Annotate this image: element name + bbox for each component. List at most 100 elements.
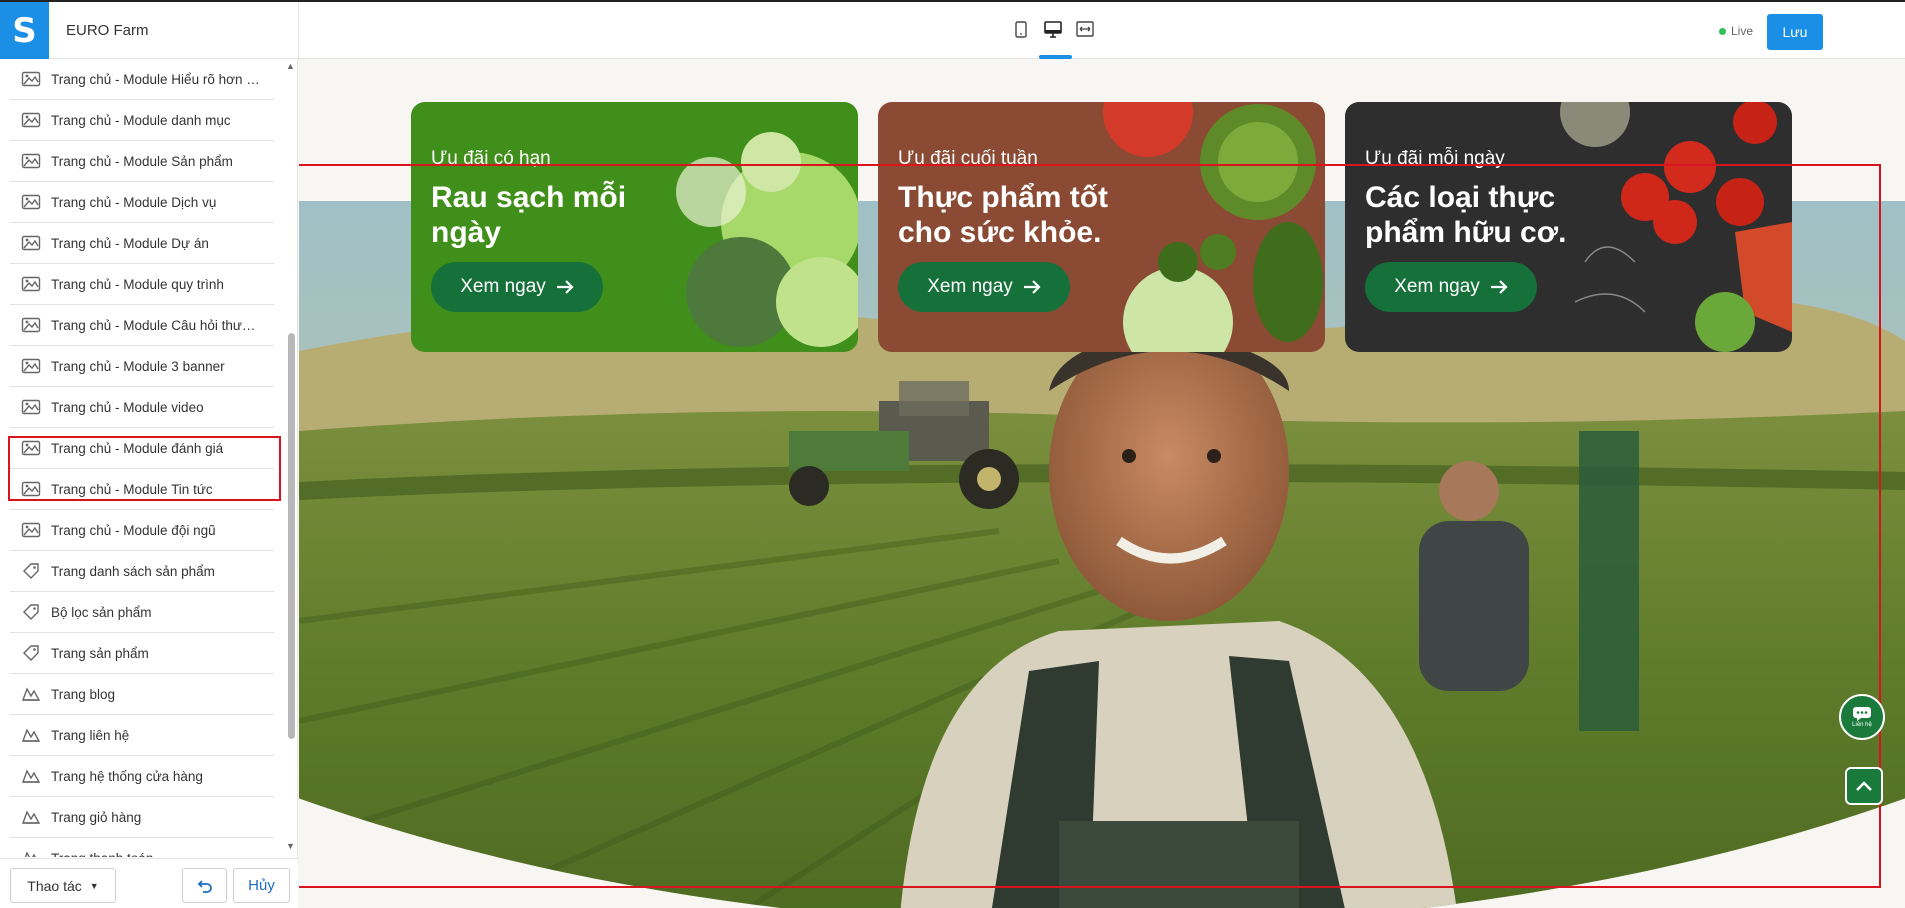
sidebar-footer: Thao tác ▼ Hủy xyxy=(0,858,298,908)
live-status: Live xyxy=(1719,24,1753,38)
sidebar-item[interactable]: Trang chủ - Module quy trình xyxy=(10,264,274,305)
banner-cta-button[interactable]: Xem ngay xyxy=(431,262,603,312)
banner-cta-label: Xem ngay xyxy=(1394,276,1480,297)
banner-eyebrow: Ưu đãi mỗi ngày xyxy=(1365,148,1505,169)
blog-icon xyxy=(20,765,42,787)
banner-cta-label: Xem ngay xyxy=(460,276,546,297)
banner-headline: Rau sạch mỗi ngày xyxy=(431,181,627,249)
banner-cta-label: Xem ngay xyxy=(927,276,1013,297)
banner-eyebrow: Ưu đãi có hạn xyxy=(431,148,551,169)
image-icon xyxy=(20,314,42,336)
sidebar-item[interactable]: Trang liên hệ xyxy=(10,715,274,756)
app-title: EURO Farm xyxy=(66,22,149,39)
promo-banner[interactable]: Ưu đãi cuối tuần Thực phẩm tốt cho sức kh… xyxy=(878,102,1325,352)
sidebar-item[interactable]: Trang chủ - Module Tin tức xyxy=(10,469,274,510)
sidebar-item[interactable]: Trang chủ - Module Dịch vụ xyxy=(10,182,274,223)
preview-canvas: Ưu đãi có hạn Rau sạch mỗi ngày Xem ngay Ưu… xyxy=(299,59,1905,908)
contact-float-button[interactable]: Liên hệ xyxy=(1839,694,1885,740)
actions-label: Thao tác xyxy=(27,877,82,894)
arrow-right-icon xyxy=(1023,280,1041,294)
actions-dropdown[interactable]: Thao tác ▼ xyxy=(10,868,116,903)
sidebar-item[interactable]: Trang hệ thống cửa hàng xyxy=(10,756,274,797)
live-dot-icon xyxy=(1719,27,1726,35)
banner-headline: Thực phẩm tốt cho sức khỏe. xyxy=(898,181,1109,249)
promo-banner[interactable]: Ưu đãi có hạn Rau sạch mỗi ngày Xem ngay xyxy=(411,102,858,352)
image-icon xyxy=(20,273,42,295)
sidebar-item[interactable]: Trang chủ - Module 3 banner xyxy=(10,346,274,387)
sidebar-scrollbar[interactable]: ▲ ▼ xyxy=(286,59,296,857)
arrow-right-icon xyxy=(1490,280,1508,294)
live-label: Live xyxy=(1731,24,1754,38)
sidebar-item[interactable]: Trang danh sách sản phẩm xyxy=(10,551,274,592)
caret-down-icon: ▼ xyxy=(89,880,99,891)
image-icon xyxy=(20,68,42,90)
scroll-thumb[interactable] xyxy=(288,333,295,739)
sidebar-item[interactable]: Trang chủ - Module Hiểu rõ hơn về chúng … xyxy=(10,59,274,100)
blog-icon xyxy=(20,724,42,746)
sidebar-item[interactable]: Trang chủ - Module đánh giá xyxy=(10,428,274,469)
tag-icon xyxy=(20,642,42,664)
contact-float-label: Liên hệ xyxy=(1852,722,1872,728)
sidebar-item[interactable]: Trang chủ - Module Câu hỏi thường gặp xyxy=(10,305,274,346)
tag-icon xyxy=(20,560,42,582)
image-icon xyxy=(20,437,42,459)
blog-icon xyxy=(20,847,42,857)
app-logo[interactable]: S xyxy=(0,2,49,59)
sidebar-item-label: Trang chủ - Module đánh giá xyxy=(51,440,224,456)
mobile-view-icon[interactable] xyxy=(1012,20,1030,38)
promo-banner[interactable]: Ưu đãi mỗi ngày Các loại thực phẩm hữu cơ… xyxy=(1345,102,1792,352)
banner-cta-button[interactable]: Xem ngay xyxy=(898,262,1070,312)
chat-icon xyxy=(1853,707,1871,721)
sidebar-item-label: Trang chủ - Module quy trình xyxy=(51,276,224,292)
sidebar-item-label: Trang chủ - Module Dự án xyxy=(51,235,209,251)
image-icon xyxy=(20,519,42,541)
sidebar-item-label: Trang chủ - Module Sản phẩm xyxy=(51,153,233,169)
undo-button[interactable] xyxy=(182,868,227,903)
scroll-up-icon[interactable]: ▲ xyxy=(286,61,295,71)
sidebar-item-label: Trang chủ - Module Tin tức xyxy=(51,481,213,497)
scroll-down-icon[interactable]: ▼ xyxy=(286,841,295,851)
sidebar-item[interactable]: Trang chủ - Module Dự án xyxy=(10,223,274,264)
template-list[interactable]: Trang chủ - Module Hiểu rõ hơn về chúng … xyxy=(10,59,274,857)
sidebar-item[interactable]: Trang sản phẩm xyxy=(10,633,274,674)
sidebar-item-label: Trang sản phẩm xyxy=(51,645,149,661)
banner-headline: Các loại thực phẩm hữu cơ. xyxy=(1365,181,1567,249)
image-icon xyxy=(20,191,42,213)
sidebar-item[interactable]: Trang chủ - Module danh mục xyxy=(10,100,274,141)
sidebar-item[interactable]: Trang chủ - Module đội ngũ xyxy=(10,510,274,551)
sidebar-item[interactable]: Bộ lọc sản phẩm xyxy=(10,592,274,633)
sidebar-item-label: Trang danh sách sản phẩm xyxy=(51,563,215,579)
sidebar-item-label: Trang chủ - Module Hiểu rõ hơn về chúng … xyxy=(51,71,261,87)
sidebar-item-label: Trang chủ - Module video xyxy=(51,399,204,415)
sidebar-item-label: Trang giỏ hàng xyxy=(51,809,142,825)
banner-cta-button[interactable]: Xem ngay xyxy=(1365,262,1537,312)
blog-icon xyxy=(20,683,42,705)
save-button[interactable]: Lưu xyxy=(1767,14,1823,50)
sidebar-item[interactable]: Trang giỏ hàng xyxy=(10,797,274,838)
back-to-top-button[interactable] xyxy=(1845,767,1883,805)
sidebar-item[interactable]: Trang blog xyxy=(10,674,274,715)
top-bar: S EURO Farm Live Lưu xyxy=(0,0,1905,59)
sidebar-item-label: Trang chủ - Module danh mục xyxy=(51,112,231,128)
fullwidth-view-icon[interactable] xyxy=(1076,20,1094,38)
desktop-view-icon[interactable] xyxy=(1044,20,1062,38)
sidebar-item-label: Trang chủ - Module đội ngũ xyxy=(51,522,216,538)
image-icon xyxy=(20,396,42,418)
view-mode-switcher xyxy=(1012,20,1094,38)
sidebar-item-label: Trang liên hệ xyxy=(51,727,130,743)
sidebar-item[interactable]: Trang thanh toán xyxy=(10,838,274,857)
undo-icon xyxy=(197,879,212,893)
sidebar-item-label: Trang chủ - Module 3 banner xyxy=(51,358,225,374)
arrow-right-icon xyxy=(556,280,574,294)
cancel-button[interactable]: Hủy xyxy=(233,868,290,903)
image-icon xyxy=(20,150,42,172)
image-icon xyxy=(20,232,42,254)
sidebar-item-label: Trang hệ thống cửa hàng xyxy=(51,768,203,784)
sidebar-item[interactable]: Trang chủ - Module video xyxy=(10,387,274,428)
banner-eyebrow: Ưu đãi cuối tuần xyxy=(898,148,1038,169)
sidebar-item-label: Trang blog xyxy=(51,686,116,702)
sidebar-item-label: Trang thanh toán xyxy=(51,851,261,858)
sidebar-item[interactable]: Trang chủ - Module Sản phẩm xyxy=(10,141,274,182)
divider xyxy=(298,2,299,59)
sidebar-item-label: Trang chủ - Module Dịch vụ xyxy=(51,194,217,210)
